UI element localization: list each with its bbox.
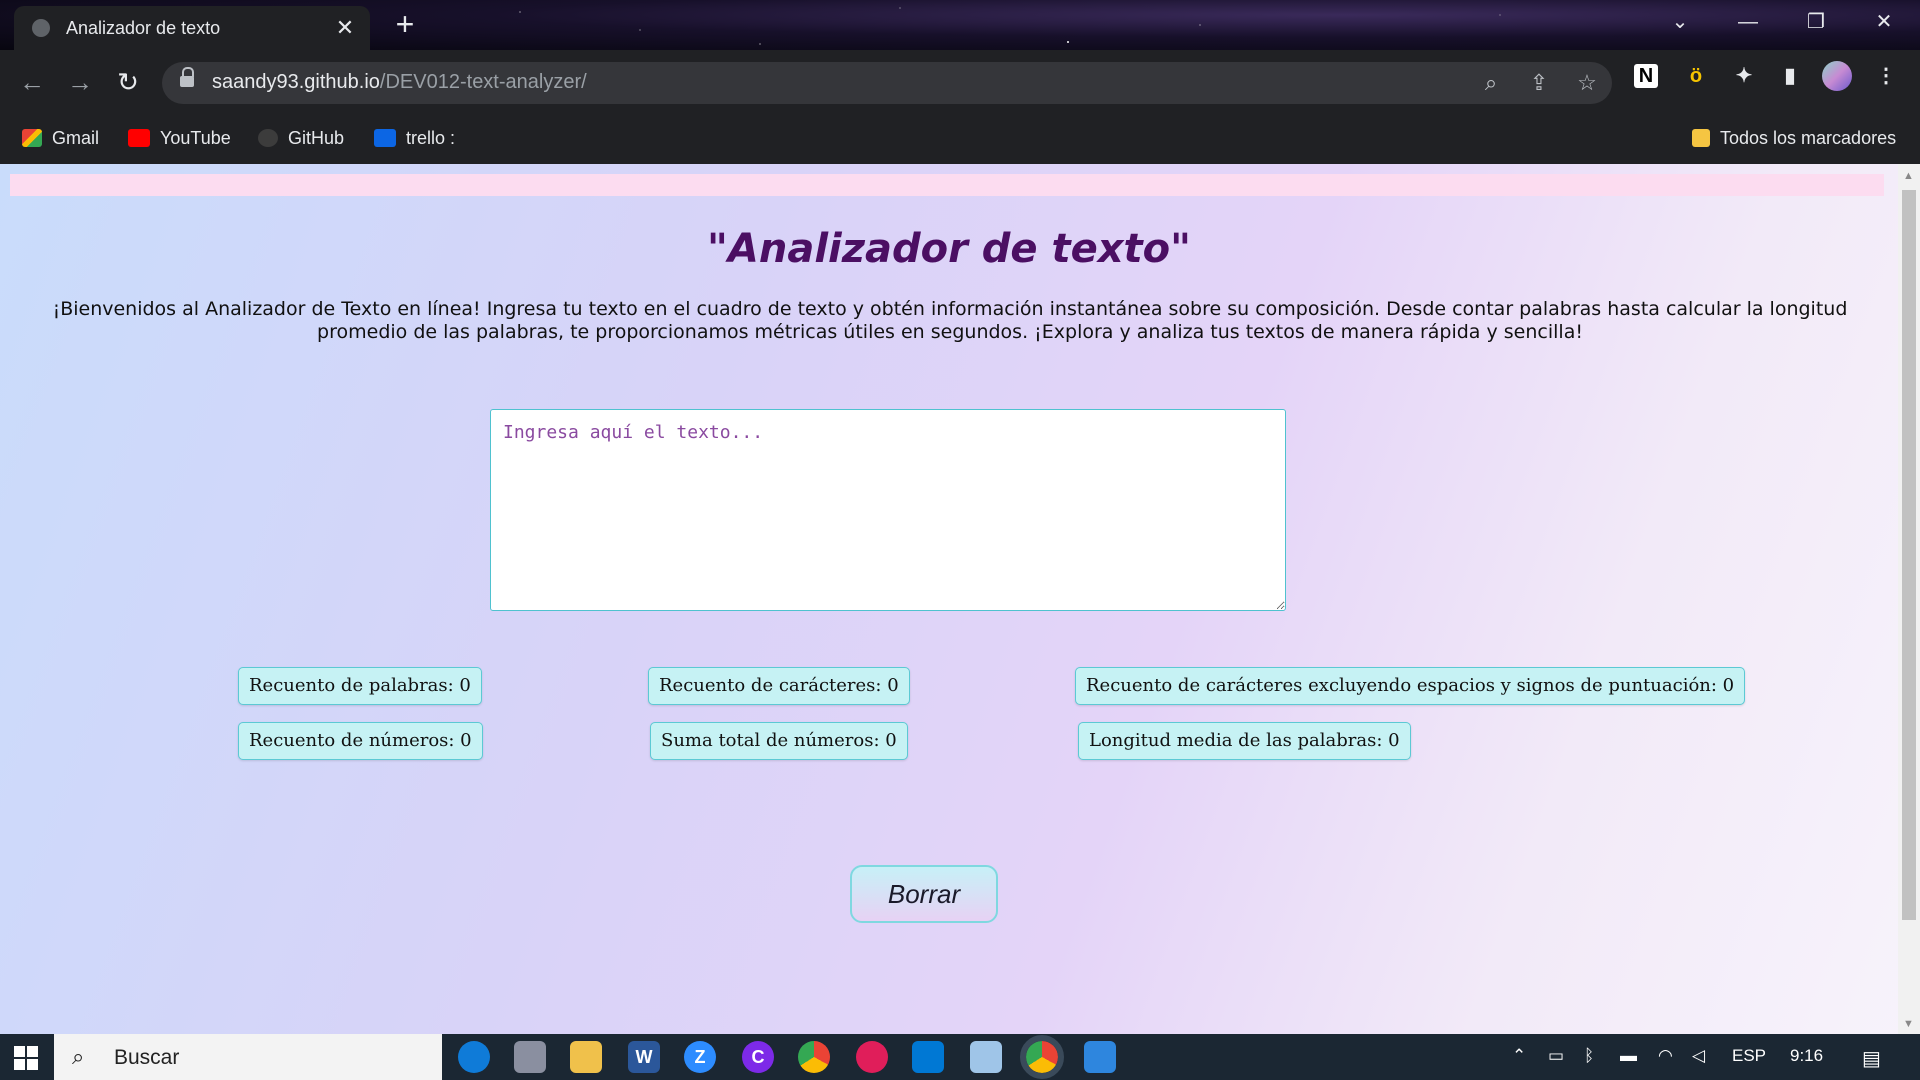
tab-strip: Analizador de texto ✕ + ⌄ — ❐ ✕ [0,0,1920,50]
bookmark-star-icon[interactable]: ☆ [1572,70,1602,96]
notion-extension-icon[interactable]: N [1634,64,1658,88]
github-icon [258,129,278,147]
chrome-active-icon[interactable] [1020,1035,1064,1079]
url-path: /DEV012-text-analyzer/ [379,71,587,93]
bookmark-label: GitHub [288,128,345,148]
lock-icon[interactable] [180,67,194,87]
chrome-icon[interactable] [798,1041,830,1073]
tab-search-button[interactable]: ⌄ [1646,0,1714,44]
bookmark-youtube[interactable]: YouTube [128,128,231,149]
bookmark-label: Gmail [52,128,100,148]
all-bookmarks[interactable]: Todos los marcadores [1692,128,1896,149]
page-viewport: "Analizador de texto" ¡Bienvenidos al An… [0,164,1920,1034]
url-text[interactable]: saandy93.github.io/DEV012-text-analyzer/ [212,71,587,94]
active-tab[interactable]: Analizador de texto ✕ [14,6,370,50]
word-icon[interactable]: W [628,1041,660,1073]
word-count-stat: Recuento de palabras: 0 [238,667,482,705]
clear-button[interactable]: Borrar [850,865,998,923]
extensions-puzzle-icon[interactable]: ✦ [1730,62,1758,90]
gmail-icon [22,129,42,147]
language-indicator[interactable]: ESP [1732,1046,1766,1066]
globe-icon [32,19,50,37]
wifi-icon[interactable]: ◠ [1658,1046,1673,1066]
trello-icon [374,129,396,147]
windows-start-icon[interactable] [14,1046,38,1070]
bookmarks-bar: Gmail YouTube GitHub trello : Todos los … [0,116,1920,164]
battery-icon[interactable]: ▬ [1620,1046,1637,1066]
profile-avatar[interactable] [1822,61,1852,91]
notes-icon[interactable] [970,1041,1002,1073]
canva-icon[interactable]: C [742,1041,774,1073]
char-count-stat: Recuento de carácteres: 0 [648,667,910,705]
bookmark-trello[interactable]: trello : [374,128,455,149]
new-tab-button[interactable]: + [390,8,420,40]
youtube-icon [128,129,150,147]
url-host: saandy93.github.io [212,71,380,93]
chevron-up-icon[interactable]: ⌃ [1512,1046,1526,1066]
bluetooth-icon[interactable]: ᛒ [1584,1046,1594,1066]
back-button[interactable]: ← [14,67,50,97]
close-window-button[interactable]: ✕ [1850,0,1918,44]
number-count-stat: Recuento de números: 0 [238,722,483,760]
browser-toolbar: ← → ↻ saandy93.github.io/DEV012-text-ana… [0,50,1920,116]
folder-icon [1692,129,1710,147]
bookmark-label: YouTube [160,128,231,148]
side-panel-icon[interactable]: ▮ [1776,62,1804,90]
taskbar-search[interactable]: ⌕ Buscar [54,1034,442,1080]
page-title: "Analizador de texto" [707,226,1191,272]
forward-button[interactable]: → [62,67,98,97]
address-bar[interactable]: saandy93.github.io/DEV012-text-analyzer/… [162,62,1612,104]
number-sum-stat: Suma total de números: 0 [650,722,908,760]
clock[interactable]: 9:16 [1790,1046,1823,1066]
search-icon: ⌕ [72,1044,85,1069]
text-input[interactable] [490,409,1286,611]
minimize-button[interactable]: — [1714,0,1782,44]
header-bar [10,174,1884,196]
zoom-icon[interactable]: ⌕ [1476,70,1506,96]
display-icon[interactable]: ▭ [1548,1046,1564,1066]
restore-button[interactable]: ❐ [1782,0,1850,44]
scroll-up-arrow-icon[interactable]: ▲ [1903,170,1914,182]
avg-length-stat: Longitud media de las palabras: 0 [1078,722,1411,760]
edge-icon[interactable] [458,1041,490,1073]
reload-button[interactable]: ↻ [110,67,146,97]
volume-icon[interactable]: ◁ [1692,1046,1705,1066]
file-explorer-icon[interactable] [570,1041,602,1073]
share-icon[interactable]: ⇪ [1524,70,1554,96]
scrollbar-thumb[interactable] [1902,190,1916,920]
char-no-spaces-stat: Recuento de carácteres excluyendo espaci… [1075,667,1746,705]
bookmark-label: Todos los marcadores [1720,128,1897,148]
slack-icon[interactable] [856,1041,888,1073]
scrollbar[interactable]: ▲ ▼ [1898,164,1920,1034]
scroll-down-arrow-icon[interactable]: ▼ [1903,1018,1914,1030]
bookmark-gmail[interactable]: Gmail [22,128,99,149]
intro-text: ¡Bienvenidos al Analizador de Texto en l… [52,298,1848,343]
bookmark-github[interactable]: GitHub [258,128,344,149]
vscode-icon[interactable] [912,1041,944,1073]
photos-icon[interactable] [1084,1041,1116,1073]
taskbar-search-text: Buscar [114,1046,180,1069]
honey-extension-icon[interactable]: ö [1682,62,1710,90]
taskbar: ⌕ Buscar W Z C ⌃ ▭ ᛒ ▬ ◠ ◁ ESP 9:16 ▤ [0,1034,1920,1080]
zoom-app-icon[interactable]: Z [684,1041,716,1073]
tab-title: Analizador de texto [66,18,221,38]
bookmark-label: trello : [406,128,456,148]
browser-menu-icon[interactable]: ⋮ [1872,62,1900,90]
notification-icon[interactable]: ▤ [1862,1046,1881,1071]
tab-close-button[interactable]: ✕ [332,15,358,41]
paint-icon[interactable] [514,1041,546,1073]
